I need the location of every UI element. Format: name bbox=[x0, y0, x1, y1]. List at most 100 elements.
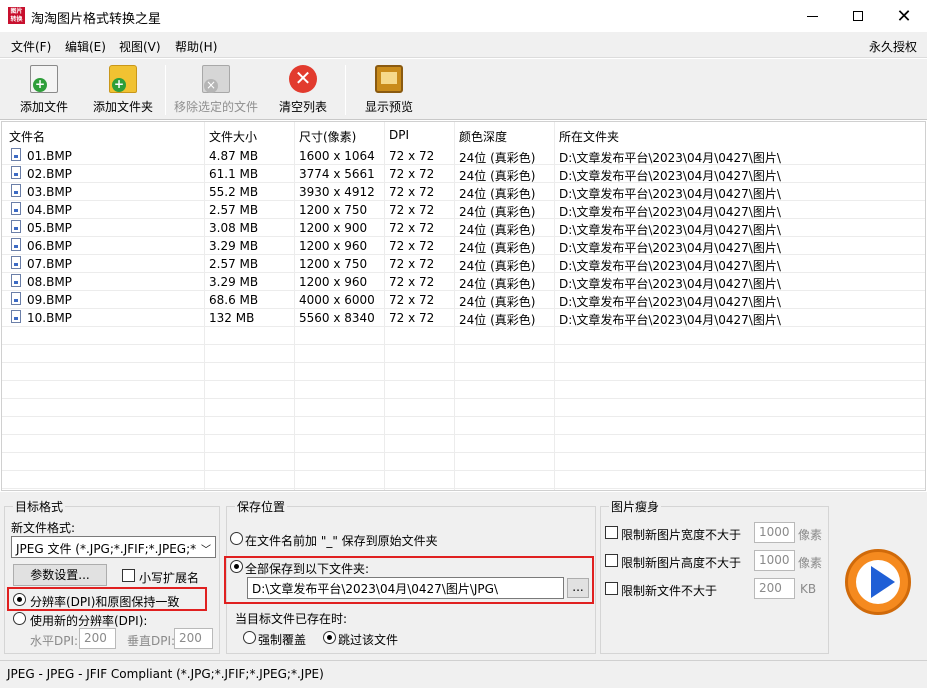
row-gridline bbox=[2, 254, 925, 255]
settings-panel: 目标格式 新文件格式: JPEG 文件 (*.JPG;*.JFIF;*.JPEG… bbox=[0, 492, 927, 660]
row-gridline bbox=[2, 182, 925, 183]
keep-dpi-radio[interactable] bbox=[13, 593, 26, 606]
limit-height-label: 限制新图片高度不大于 bbox=[621, 556, 742, 570]
skip-radio[interactable] bbox=[323, 631, 336, 644]
prefix-save-radio[interactable] bbox=[230, 532, 243, 545]
menu-help[interactable]: 帮助(H) bbox=[175, 38, 217, 55]
file-name[interactable]: 04.BMP bbox=[27, 203, 72, 217]
new-format-label: 新文件格式: bbox=[11, 521, 76, 535]
file-dpi: 72 x 72 bbox=[389, 203, 435, 217]
column-header-color-depth[interactable]: 颜色深度 bbox=[459, 128, 507, 145]
menu-bar: 文件(F) 编辑(E) 视图(V) 帮助(H) 永久授权 bbox=[0, 32, 927, 58]
file-name[interactable]: 06.BMP bbox=[27, 239, 72, 253]
add-folder-button[interactable]: 添加文件夹 bbox=[90, 61, 156, 117]
row-gridline bbox=[2, 488, 925, 489]
file-name[interactable]: 07.BMP bbox=[27, 257, 72, 271]
bmp-file-icon bbox=[11, 202, 21, 215]
clear-list-button[interactable]: ✕ 清空列表 bbox=[276, 61, 330, 117]
menu-view[interactable]: 视图(V) bbox=[119, 38, 161, 55]
row-gridline bbox=[2, 344, 925, 345]
limit-size-checkbox[interactable] bbox=[605, 582, 618, 595]
column-header-folder[interactable]: 所在文件夹 bbox=[559, 128, 619, 145]
add-folder-label: 添加文件夹 bbox=[92, 100, 153, 114]
file-dpi: 72 x 72 bbox=[389, 167, 435, 181]
title-bar: 图片 转换 淘淘图片格式转换之星 ✕ bbox=[0, 0, 927, 32]
column-header-dpi[interactable]: DPI bbox=[389, 128, 409, 142]
row-gridline bbox=[2, 290, 925, 291]
menu-file[interactable]: 文件(F) bbox=[11, 38, 51, 55]
format-select[interactable]: JPEG 文件 (*.JPG;*.JFIF;*.JPEG;* ﹀ bbox=[11, 536, 216, 558]
start-convert-button[interactable] bbox=[845, 549, 911, 615]
row-gridline bbox=[2, 398, 925, 399]
limit-width-checkbox[interactable] bbox=[605, 526, 618, 539]
column-header-dimensions[interactable]: 尺寸(像素) bbox=[299, 128, 356, 145]
overwrite-radio[interactable] bbox=[243, 631, 256, 644]
file-list[interactable]: 文件名 文件大小 尺寸(像素) DPI 颜色深度 所在文件夹 01.BMP 4.8… bbox=[1, 121, 926, 491]
file-dpi: 72 x 72 bbox=[389, 311, 435, 325]
row-gridline bbox=[2, 416, 925, 417]
use-new-dpi-radio[interactable] bbox=[13, 612, 26, 625]
v-dpi-label: 垂直DPI: bbox=[127, 634, 176, 648]
file-dpi: 72 x 72 bbox=[389, 185, 435, 199]
file-dimensions: 1200 x 960 bbox=[299, 275, 368, 289]
clear-x-icon: ✕ bbox=[289, 65, 317, 93]
close-button[interactable]: ✕ bbox=[881, 0, 927, 32]
browse-folder-button[interactable]: ... bbox=[567, 578, 589, 598]
bmp-file-icon bbox=[11, 166, 21, 179]
toolbar: 添加文件 添加文件夹 移除选定的文件 ✕ 清空列表 显示预览 bbox=[0, 59, 927, 120]
app-logo-icon: 图片 转换 bbox=[8, 7, 25, 24]
lowercase-ext-checkbox[interactable] bbox=[122, 569, 135, 582]
file-dimensions: 1200 x 750 bbox=[299, 203, 368, 217]
row-gridline bbox=[2, 452, 925, 453]
v-dpi-input[interactable]: 200 bbox=[174, 628, 213, 649]
row-gridline bbox=[2, 362, 925, 363]
minimize-icon bbox=[806, 15, 818, 17]
file-size: 4.87 MB bbox=[209, 149, 259, 163]
h-dpi-input[interactable]: 200 bbox=[79, 628, 116, 649]
menu-edit[interactable]: 编辑(E) bbox=[65, 38, 106, 55]
add-file-icon bbox=[30, 65, 58, 93]
row-gridline bbox=[2, 200, 925, 201]
overwrite-label: 强制覆盖 bbox=[258, 633, 307, 647]
params-settings-button[interactable]: 参数设置... bbox=[13, 564, 107, 586]
file-name[interactable]: 03.BMP bbox=[27, 185, 72, 199]
file-name[interactable]: 05.BMP bbox=[27, 221, 72, 235]
limit-height-checkbox[interactable] bbox=[605, 554, 618, 567]
format-select-value: JPEG 文件 (*.JPG;*.JFIF;*.JPEG;* bbox=[16, 542, 197, 556]
height-limit-input[interactable]: 1000 bbox=[754, 550, 795, 571]
file-name[interactable]: 09.BMP bbox=[27, 293, 72, 307]
file-name[interactable]: 08.BMP bbox=[27, 275, 72, 289]
row-gridline bbox=[2, 236, 925, 237]
prefix-save-label: 在文件名前加 "_" 保存到原始文件夹 bbox=[245, 534, 438, 548]
column-header-name[interactable]: 文件名 bbox=[9, 128, 45, 145]
bmp-file-icon bbox=[11, 184, 21, 197]
file-name[interactable]: 02.BMP bbox=[27, 167, 72, 181]
status-text: JPEG - JPEG - JFIF Compliant (*.JPG;*.JF… bbox=[7, 667, 324, 681]
license-link[interactable]: 永久授权 bbox=[869, 38, 917, 55]
column-divider bbox=[204, 122, 205, 490]
file-size: 68.6 MB bbox=[209, 293, 259, 307]
save-location-title: 保存位置 bbox=[235, 498, 288, 515]
minimize-button[interactable] bbox=[789, 0, 835, 32]
column-header-size[interactable]: 文件大小 bbox=[209, 128, 257, 145]
exists-label: 当目标文件已存在时: bbox=[235, 612, 348, 626]
column-divider bbox=[294, 122, 295, 490]
add-file-button[interactable]: 添加文件 bbox=[15, 61, 73, 117]
width-limit-input[interactable]: 1000 bbox=[754, 522, 795, 543]
output-folder-input[interactable]: D:\文章发布平台\2023\04月\0427\图片\JPG\ bbox=[247, 577, 564, 599]
maximize-button[interactable] bbox=[835, 0, 881, 32]
size-limit-input[interactable]: 200 bbox=[754, 578, 795, 599]
file-dpi: 72 x 72 bbox=[389, 149, 435, 163]
remove-selected-label: 移除选定的文件 bbox=[173, 100, 258, 114]
lowercase-ext-label: 小写扩展名 bbox=[139, 571, 200, 585]
file-name[interactable]: 01.BMP bbox=[27, 149, 72, 163]
show-preview-label: 显示预览 bbox=[364, 100, 413, 114]
remove-selected-button[interactable]: 移除选定的文件 bbox=[172, 61, 260, 117]
save-to-folder-radio[interactable] bbox=[230, 560, 243, 573]
show-preview-button[interactable]: 显示预览 bbox=[362, 61, 416, 117]
file-dimensions: 1200 x 900 bbox=[299, 221, 368, 235]
bmp-file-icon bbox=[11, 310, 21, 323]
row-gridline bbox=[2, 164, 925, 165]
toolbar-separator bbox=[345, 65, 346, 115]
file-name[interactable]: 10.BMP bbox=[27, 311, 72, 325]
